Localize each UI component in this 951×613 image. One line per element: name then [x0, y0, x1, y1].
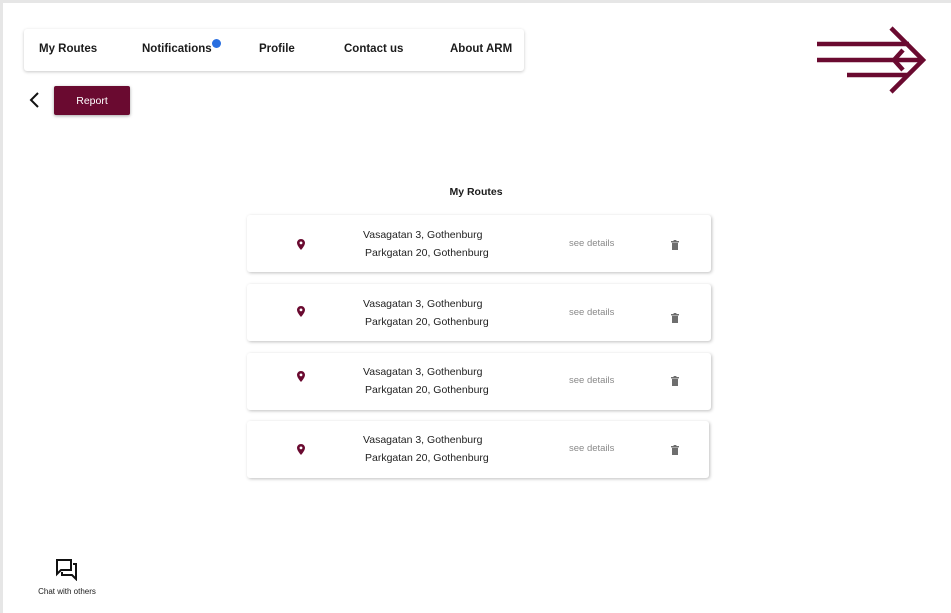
notification-badge: [211, 39, 221, 48]
see-details-link[interactable]: see details: [569, 238, 614, 249]
route-from: Vasagatan 3, Gothenburg: [363, 298, 483, 310]
route-card: Vasagatan 3, Gothenburg Parkgatan 20, Go…: [247, 215, 711, 272]
see-details-link[interactable]: see details: [569, 307, 614, 318]
route-card: Vasagatan 3, Gothenburg Parkgatan 20, Go…: [247, 421, 709, 478]
back-button[interactable]: [27, 91, 43, 109]
nav-item-notifications[interactable]: Notifications: [142, 39, 221, 55]
chat-label: Chat with others: [38, 587, 96, 596]
forum-icon: [56, 559, 77, 582]
location-pin-icon: [297, 371, 305, 382]
nav-item-notifications-label: Notifications: [142, 43, 212, 55]
location-pin-icon: [297, 444, 305, 455]
nav-item-profile[interactable]: Profile: [259, 43, 295, 55]
page: My Routes Notifications Profile Contact …: [3, 3, 951, 613]
nav-item-about-arm[interactable]: About ARM: [450, 43, 512, 55]
see-details-link[interactable]: see details: [569, 443, 614, 454]
triple-arrow-right-icon: [817, 26, 927, 94]
see-details-link[interactable]: see details: [569, 375, 614, 386]
route-to: Parkgatan 20, Gothenburg: [365, 247, 489, 259]
route-addresses: Vasagatan 3, Gothenburg Parkgatan 20, Go…: [363, 431, 493, 467]
logo[interactable]: [815, 25, 927, 95]
chat-with-others-button[interactable]: Chat with others: [31, 559, 103, 596]
route-to: Parkgatan 20, Gothenburg: [365, 316, 489, 328]
chevron-left-icon: [29, 92, 39, 108]
route-from: Vasagatan 3, Gothenburg: [363, 229, 483, 241]
page-title: My Routes: [449, 186, 503, 198]
trash-icon[interactable]: [671, 313, 679, 323]
nav-item-contact-us[interactable]: Contact us: [344, 43, 403, 55]
report-button[interactable]: Report: [54, 86, 130, 115]
top-navigation: My Routes Notifications Profile Contact …: [24, 29, 524, 71]
route-to: Parkgatan 20, Gothenburg: [365, 384, 489, 396]
route-to: Parkgatan 20, Gothenburg: [365, 452, 489, 464]
route-addresses: Vasagatan 3, Gothenburg Parkgatan 20, Go…: [363, 295, 493, 331]
trash-icon[interactable]: [671, 240, 679, 250]
trash-icon[interactable]: [671, 376, 679, 386]
trash-icon[interactable]: [671, 445, 679, 455]
route-card: Vasagatan 3, Gothenburg Parkgatan 20, Go…: [247, 284, 711, 341]
route-from: Vasagatan 3, Gothenburg: [363, 366, 483, 378]
location-pin-icon: [297, 306, 305, 317]
route-from: Vasagatan 3, Gothenburg: [363, 434, 483, 446]
location-pin-icon: [297, 239, 305, 250]
route-addresses: Vasagatan 3, Gothenburg Parkgatan 20, Go…: [363, 363, 493, 399]
route-addresses: Vasagatan 3, Gothenburg Parkgatan 20, Go…: [363, 226, 493, 262]
nav-item-my-routes[interactable]: My Routes: [39, 43, 97, 55]
route-card: Vasagatan 3, Gothenburg Parkgatan 20, Go…: [247, 353, 711, 410]
